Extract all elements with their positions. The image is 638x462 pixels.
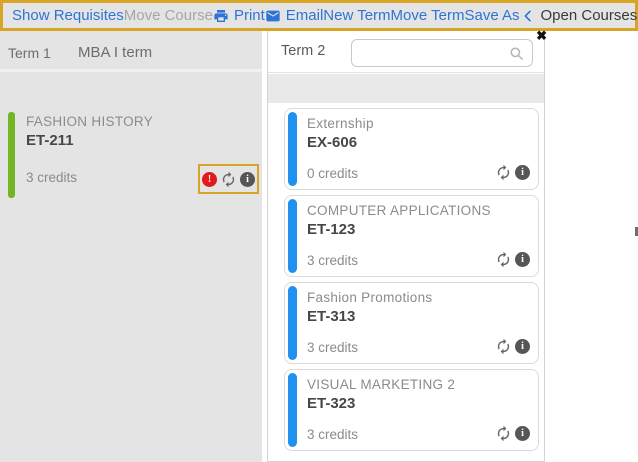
info-icon[interactable]: i bbox=[240, 172, 255, 187]
course-credits: 3 credits bbox=[26, 170, 77, 185]
term1-panel: Term 1 MBA I term FASHION HISTORY ET-211… bbox=[0, 31, 262, 462]
sync-icon[interactable] bbox=[220, 171, 237, 188]
course-title: VISUAL MARKETING 2 bbox=[307, 377, 455, 392]
term2-panel: Term 2 ✖ Externship EX-606 0 credits i bbox=[267, 31, 545, 462]
info-icon[interactable]: i bbox=[515, 426, 530, 441]
course-code: ET-323 bbox=[307, 395, 355, 412]
term2-header: Term 2 bbox=[268, 31, 544, 73]
course-list: Externship EX-606 0 credits i COMPUTER A… bbox=[284, 108, 539, 456]
email-label: Email bbox=[286, 7, 324, 24]
sync-icon[interactable] bbox=[495, 425, 512, 442]
move-course-label: Move Course bbox=[124, 7, 213, 24]
course-title: COMPUTER APPLICATIONS bbox=[307, 203, 491, 218]
email-button[interactable]: Email bbox=[265, 7, 324, 24]
course-icons: i bbox=[495, 338, 530, 355]
alert-icon[interactable]: ! bbox=[202, 172, 217, 187]
show-requisites-button[interactable]: Show Requisites bbox=[12, 7, 124, 24]
new-term-button[interactable]: New Term bbox=[323, 7, 390, 24]
sync-icon[interactable] bbox=[495, 251, 512, 268]
close-icon[interactable]: ✖ bbox=[536, 29, 547, 42]
term2-label: Term 2 bbox=[281, 43, 325, 59]
course-card-et323[interactable]: VISUAL MARKETING 2 ET-323 3 credits i bbox=[284, 369, 539, 451]
course-title: Externship bbox=[307, 116, 374, 131]
course-planner-window: Show Requisites Move Course Print Email … bbox=[0, 0, 638, 462]
course-code: ET-313 bbox=[307, 308, 355, 325]
print-label: Print bbox=[234, 7, 265, 24]
course-code: ET-211 bbox=[26, 132, 74, 149]
term1-header: Term 1 MBA I term bbox=[0, 31, 262, 72]
course-search-input[interactable] bbox=[351, 39, 533, 67]
course-credits: 3 credits bbox=[307, 427, 358, 442]
move-course-button[interactable]: Move Course bbox=[124, 7, 213, 24]
course-icons: i bbox=[495, 251, 530, 268]
course-code: EX-606 bbox=[307, 134, 357, 151]
course-card-et313[interactable]: Fashion Promotions ET-313 3 credits i bbox=[284, 282, 539, 364]
sync-icon[interactable] bbox=[495, 338, 512, 355]
course-accent-bar bbox=[288, 373, 297, 447]
move-term-label: Move Term bbox=[391, 7, 465, 24]
toolbar: Show Requisites Move Course Print Email … bbox=[0, 0, 638, 31]
show-requisites-label: Show Requisites bbox=[12, 7, 124, 24]
course-title: FASHION HISTORY bbox=[26, 114, 153, 129]
course-code: ET-123 bbox=[307, 221, 355, 238]
course-accent-bar bbox=[8, 112, 15, 198]
chevron-left-icon bbox=[520, 8, 536, 24]
envelope-icon bbox=[265, 8, 281, 24]
course-accent-bar bbox=[288, 286, 297, 360]
course-card-ex606[interactable]: Externship EX-606 0 credits i bbox=[284, 108, 539, 190]
course-icons: i bbox=[495, 164, 530, 181]
info-icon[interactable]: i bbox=[515, 339, 530, 354]
term2-dropzone bbox=[268, 74, 544, 103]
course-icons: i bbox=[495, 425, 530, 442]
open-courses-button[interactable]: Open Courses bbox=[520, 7, 638, 24]
info-icon[interactable]: i bbox=[515, 165, 530, 180]
course-card-et123[interactable]: COMPUTER APPLICATIONS ET-123 3 credits i bbox=[284, 195, 539, 277]
course-credits: 3 credits bbox=[307, 253, 358, 268]
move-term-button[interactable]: Move Term bbox=[391, 7, 465, 24]
course-icons-highlight-box: ! i bbox=[198, 164, 259, 194]
print-button[interactable]: Print bbox=[213, 7, 265, 24]
course-credits: 3 credits bbox=[307, 340, 358, 355]
course-card-et211[interactable]: FASHION HISTORY ET-211 3 credits ! i bbox=[0, 112, 262, 202]
new-term-label: New Term bbox=[323, 7, 390, 24]
info-icon[interactable]: i bbox=[515, 252, 530, 267]
sync-icon[interactable] bbox=[495, 164, 512, 181]
course-credits: 0 credits bbox=[307, 166, 358, 181]
printer-icon bbox=[213, 8, 229, 24]
save-as-label: Save As bbox=[464, 7, 519, 24]
open-courses-label: Open Courses bbox=[541, 7, 638, 24]
save-as-button[interactable]: Save As bbox=[464, 7, 519, 24]
course-title: Fashion Promotions bbox=[307, 290, 432, 305]
term1-name: MBA I term bbox=[78, 44, 152, 61]
course-accent-bar bbox=[288, 199, 297, 273]
term1-label: Term 1 bbox=[8, 45, 51, 61]
course-accent-bar bbox=[288, 112, 297, 186]
